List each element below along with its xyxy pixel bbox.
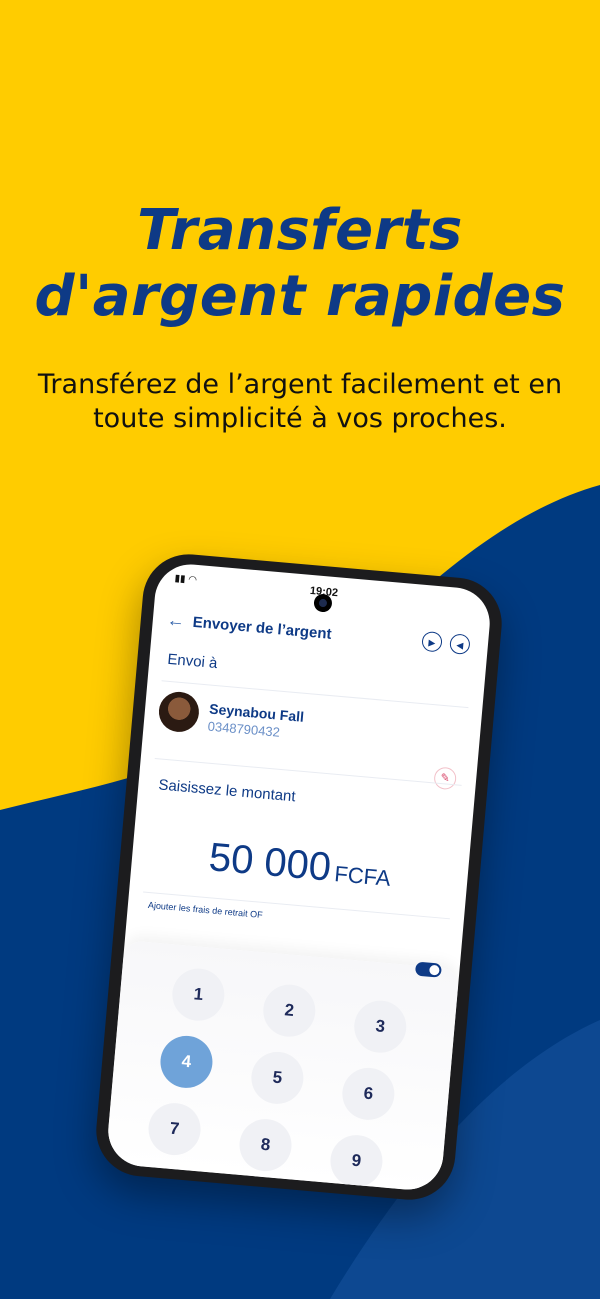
headline-line-1: Transferts xyxy=(137,198,463,263)
key-4[interactable]: 4 xyxy=(158,1033,215,1091)
amount-display[interactable]: 50 000FCFA xyxy=(131,828,470,902)
page-title: Envoyer de l’argent xyxy=(192,613,333,643)
subheadline-line-2: toute simplicité à vos proches. xyxy=(93,403,507,434)
key-9[interactable]: 9 xyxy=(328,1132,385,1190)
pencil-icon[interactable]: ✎ xyxy=(433,766,458,791)
subheadline: Transférez de l’argent facilement et en … xyxy=(0,368,600,436)
subheadline-line-1: Transférez de l’argent facilement et en xyxy=(37,369,563,400)
fees-toggle[interactable] xyxy=(414,961,442,978)
key-2[interactable]: 2 xyxy=(261,982,318,1039)
key-5[interactable]: 5 xyxy=(249,1049,306,1107)
camera-notch xyxy=(313,593,333,613)
arrow-left-icon[interactable]: ← xyxy=(166,610,186,631)
headline-line-2: d'argent rapides xyxy=(34,264,566,329)
key-6[interactable]: 6 xyxy=(340,1065,397,1123)
headline: Transferts d'argent rapides xyxy=(0,198,600,330)
numeric-keypad: 1 2 3 4 5 6 7 8 9 0 ⌫ xyxy=(105,940,460,1193)
phone-mockup: ▮▮ ◠ 19:02 ← Envoyer de l’argent ▶ ◀ Env… xyxy=(92,550,506,1204)
key-3[interactable]: 3 xyxy=(352,998,409,1055)
key-7[interactable]: 7 xyxy=(146,1100,203,1158)
avatar xyxy=(157,690,201,734)
fees-label: Ajouter les frais de retrait OF xyxy=(147,899,264,920)
phone-screen: ▮▮ ◠ 19:02 ← Envoyer de l’argent ▶ ◀ Env… xyxy=(105,561,493,1193)
key-1[interactable]: 1 xyxy=(170,966,227,1023)
amount-currency: FCFA xyxy=(333,861,392,891)
send-to-label: Envoi à xyxy=(166,650,219,673)
key-8[interactable]: 8 xyxy=(237,1116,294,1174)
amount-label: Saisissez le montant xyxy=(157,776,297,806)
amount-value: 50 000 xyxy=(207,835,333,890)
